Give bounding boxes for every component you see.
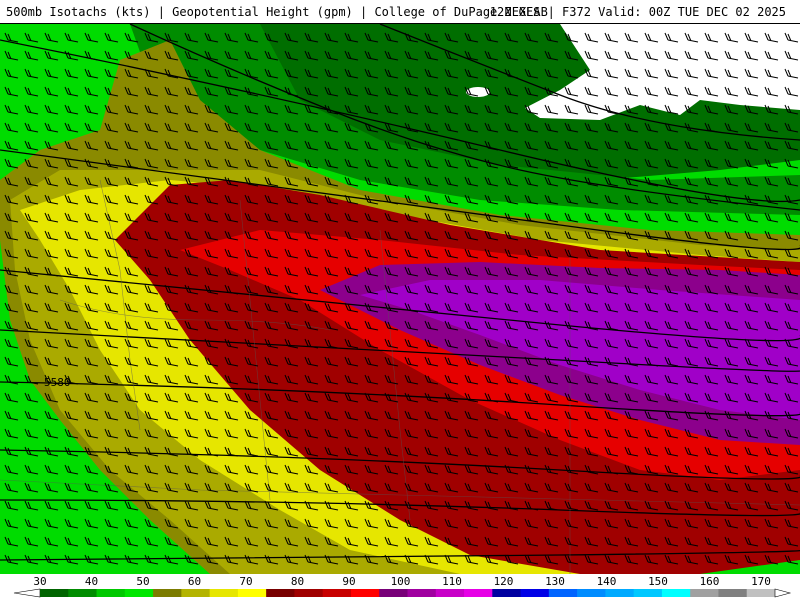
colorbar-swatch <box>548 589 578 597</box>
model-run-info: 12Z GFS | F372 Valid: 00Z TUE DEC 02 202… <box>489 5 786 19</box>
colorbar-swatch <box>350 589 380 597</box>
colorbar-swatch <box>435 589 465 597</box>
colorbar-max-arrow <box>774 588 792 598</box>
colorbar-swatch <box>464 589 493 597</box>
colorbar-label: 150 <box>648 575 668 588</box>
colorbar-swatch <box>294 589 324 597</box>
colorbar-swatch <box>690 589 719 597</box>
colorbar-swatch <box>209 589 239 597</box>
colorbar-min-arrow <box>13 588 41 598</box>
colorbar-label: 90 <box>342 575 355 588</box>
colorbar-label: 60 <box>188 575 201 588</box>
colorbar-swatches <box>13 588 792 598</box>
colorbar-label: 120 <box>494 575 514 588</box>
colorbar-swatch <box>520 589 550 597</box>
colorbar-swatch <box>577 589 606 597</box>
colorbar-label: 130 <box>545 575 565 588</box>
colorbar-swatch <box>124 589 154 597</box>
colorbar-swatch <box>492 589 522 597</box>
colorbar-label: 50 <box>136 575 149 588</box>
colorbar-swatch <box>407 589 437 597</box>
weather-map-window: 500mb Isotachs (kts) | Geopotential Heig… <box>0 0 800 600</box>
colorbar-label: 40 <box>85 575 98 588</box>
product-title: 500mb Isotachs (kts) | Geopotential Heig… <box>6 5 548 19</box>
colorbar-swatch <box>237 589 267 597</box>
colorbar-swatch <box>718 589 748 597</box>
colorbar-label: 100 <box>391 575 411 588</box>
colorbar-label: 80 <box>291 575 304 588</box>
colorbar-label: 140 <box>597 575 617 588</box>
map-header: 500mb Isotachs (kts) | Geopotential Heig… <box>0 0 800 24</box>
colorbar-swatch <box>746 589 776 597</box>
colorbar-swatch <box>661 589 691 597</box>
colorbar-label: 160 <box>700 575 720 588</box>
colorbar-swatch <box>68 589 98 597</box>
colorbar-swatch <box>40 589 69 597</box>
colorbar-swatch <box>633 589 663 597</box>
colorbar-label: 70 <box>239 575 252 588</box>
isotach-map: 5580 <box>0 24 800 574</box>
colorbar-label: 110 <box>442 575 462 588</box>
colorbar-labels: 30 40 50 60 70 80 90 100 110 120 130 140 150 160 170 <box>33 575 771 588</box>
colorbar-swatch <box>322 589 352 597</box>
colorbar-swatch <box>266 589 295 597</box>
colorbar-label: 30 <box>33 575 46 588</box>
colorbar-swatch <box>153 589 182 597</box>
colorbar-swatch <box>96 589 126 597</box>
colorbar-swatch <box>379 589 408 597</box>
colorbar-swatch <box>605 589 635 597</box>
colorbar-label: 170 <box>751 575 771 588</box>
wind-speed-colorbar: 30 40 50 60 70 80 90 100 110 120 130 140 150 160 170 <box>0 574 800 600</box>
colorbar-swatch <box>181 589 211 597</box>
